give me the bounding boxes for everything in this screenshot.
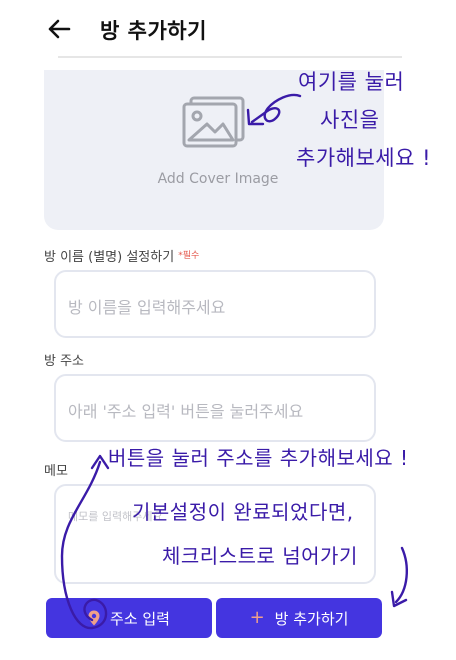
add-room-button[interactable]: + 방 추가하기	[216, 598, 382, 638]
name-label-text: 방 이름 (별명) 설정하기	[44, 250, 175, 265]
arrow-left-icon	[48, 19, 71, 39]
address-input-button[interactable]: 주소 입력	[46, 598, 212, 638]
room-name-placeholder: 방 이름을 입력해주세요	[68, 298, 226, 317]
header: 방 추가하기	[0, 0, 456, 58]
required-badge: *필수	[178, 251, 200, 261]
cover-label: Add Cover Image	[157, 171, 279, 187]
room-name-input[interactable]: 방 이름을 입력해주세요	[54, 270, 376, 338]
location-pin-icon	[88, 610, 100, 626]
address-button-label: 주소 입력	[110, 609, 170, 628]
loop-arrow-head	[90, 454, 110, 470]
right-arrow-head	[390, 590, 408, 608]
address-input[interactable]: 아래 '주소 입력' 버튼을 눌러주세요	[54, 374, 376, 442]
back-button[interactable]	[42, 12, 76, 46]
address-placeholder: 아래 '주소 입력' 버튼을 눌러주세요	[68, 402, 304, 421]
annotation-cover-line1: 여기를 눌러	[298, 70, 405, 94]
add-button-label: 방 추가하기	[274, 609, 349, 628]
annotation-cover-line2: 사진을	[320, 108, 380, 132]
plus-icon: +	[249, 607, 265, 628]
page-title: 방 추가하기	[100, 19, 207, 43]
annotation-next-line1: 기본설정이 완료되었다면,	[132, 500, 354, 524]
annotation-button-note: 버튼을 눌러 주소를 추가해보세요 !	[108, 446, 409, 470]
memo-label: 메모	[44, 464, 68, 479]
right-arrow	[394, 546, 408, 604]
address-label: 방 주소	[44, 354, 85, 369]
header-divider	[58, 56, 402, 58]
annotation-cover-line3: 추가해보세요 !	[296, 146, 432, 170]
name-label: 방 이름 (별명) 설정하기 *필수	[44, 246, 199, 265]
annotation-next-line2: 체크리스트로 넘어가기	[162, 544, 358, 568]
image-icon	[182, 96, 245, 148]
